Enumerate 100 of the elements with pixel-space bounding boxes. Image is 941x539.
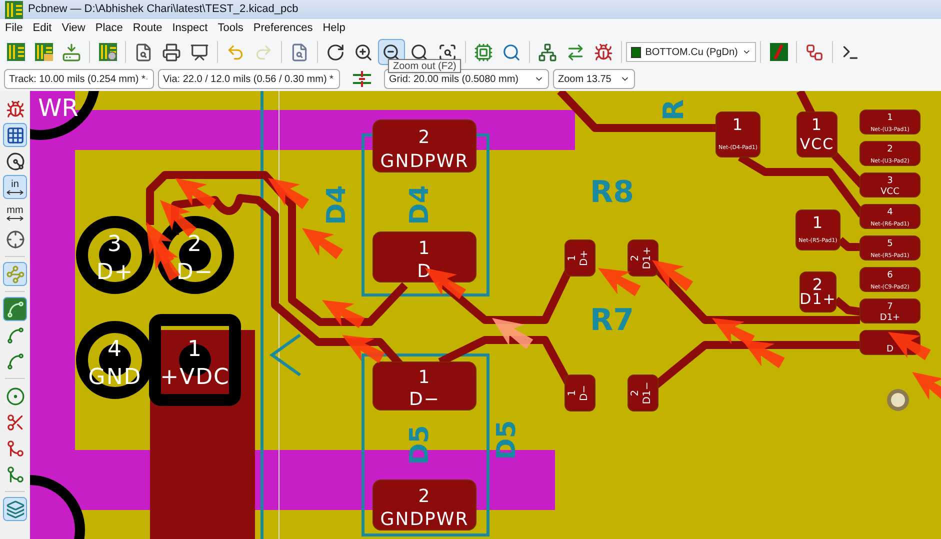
reference-designator: D5 [405, 425, 435, 465]
annotation-arrow [152, 238, 180, 281]
net-name: D− [579, 384, 590, 402]
pad-number: 2 [418, 127, 431, 148]
reference-designator: D5 [492, 420, 522, 460]
plotter-icon [190, 42, 209, 62]
pad-number: 2 [630, 390, 641, 396]
annotation-arrow [712, 318, 755, 346]
copper-pad [860, 141, 920, 166]
pad-number: 1 [418, 367, 431, 388]
menu-item[interactable]: Tools [218, 20, 244, 36]
pad-number: 1 [567, 390, 578, 396]
track-fill-icon [6, 352, 24, 370]
menu-item[interactable]: Route [132, 20, 162, 36]
annotation-arrow [302, 228, 344, 260]
copper-pad [860, 236, 920, 260]
pad-number: 2 [418, 486, 431, 507]
route-track-icon [6, 464, 24, 484]
reference-designator: D4 [322, 185, 352, 225]
track-icon [6, 326, 24, 344]
find-icon [290, 42, 309, 62]
mounting-hole-ring [30, 91, 100, 140]
copper-pad [628, 240, 658, 276]
ratsnest-icon [6, 264, 24, 284]
tooltip: Zoom out (F2) [388, 59, 462, 73]
layer-dropdown[interactable]: BOTTOM.Cu (PgDn) [626, 42, 756, 62]
toolbar-button[interactable]: in [3, 175, 27, 199]
pad-number: 3 [887, 176, 893, 186]
page-settings-icon [134, 42, 153, 62]
pad-number: 1 [732, 115, 744, 134]
route-icon [805, 42, 824, 62]
menu-item[interactable]: Edit [32, 20, 52, 36]
copper-pad [716, 112, 760, 158]
layers-icon [6, 500, 24, 518]
annotation-arrow [742, 340, 785, 368]
double-arrow-icon [6, 216, 24, 220]
bug-icon [6, 100, 24, 118]
undo-icon [226, 42, 245, 62]
dropdown-field[interactable]: Via: 22.0 / 12.0 mils (0.56 / 0.30 mm) * [158, 69, 340, 89]
pad-number: 4 [887, 208, 893, 218]
menu-item[interactable]: File [5, 20, 23, 36]
menu-item[interactable]: Help [322, 20, 346, 36]
track-outline-icon [6, 300, 24, 318]
copper-pad [860, 267, 920, 292]
pad-number: 1 [567, 254, 578, 262]
layer-pair-icon [768, 42, 788, 62]
annotation-arrow [492, 318, 534, 350]
net-name: VCC [800, 135, 834, 153]
cursor-icon [6, 230, 24, 248]
dropdown-field[interactable]: Track: 10.00 mils (0.254 mm) * [4, 69, 154, 89]
circuit-board-icon [98, 42, 118, 62]
zoom-out-icon [382, 42, 401, 62]
net-name: VCC [880, 187, 900, 197]
copper-pad [564, 240, 596, 276]
annotation-arrow [322, 300, 365, 328]
pad-number: 2 [887, 144, 893, 154]
menu-item[interactable]: Inspect [172, 20, 208, 36]
pad-number: 1 [811, 115, 823, 134]
copper-pad [796, 210, 840, 250]
net-name: D1− [642, 382, 653, 404]
reference-designator: R8 [590, 175, 634, 210]
pcb-canvas[interactable] [30, 91, 941, 539]
copper-pad [860, 172, 920, 198]
annotation-arrow [268, 178, 310, 210]
toolbar-button[interactable]: mm [3, 201, 27, 225]
net-name: D+ [579, 250, 590, 266]
annotation-arrow [175, 178, 216, 210]
reference-designator: R7 [590, 303, 634, 338]
copper-pad [796, 112, 838, 158]
pad-number: 3 [108, 232, 122, 257]
silkscreen-text: WR [38, 94, 78, 122]
via [887, 389, 909, 411]
pad-number: 1 [887, 113, 893, 123]
network-icon [538, 42, 557, 62]
save-icon [62, 42, 81, 62]
update-board-icon [566, 42, 585, 62]
net-name: D [417, 261, 432, 282]
chip-icon [474, 42, 493, 62]
redraw-icon [326, 42, 345, 62]
net-name: D [886, 344, 894, 354]
pad-number: 1 [418, 238, 431, 259]
net-name: D1+ [880, 313, 900, 323]
pad-number: 5 [887, 239, 893, 249]
net-name: +VDC [160, 365, 230, 390]
menu-item[interactable]: View [62, 20, 86, 36]
track-width-icon [352, 70, 372, 88]
window-title: Pcbnew — D:\Abhishek Chari\latest\TEST_2.kicad_pcb [28, 2, 298, 18]
menu-item[interactable]: Preferences [253, 20, 313, 36]
menu-item[interactable]: Place [95, 20, 123, 36]
net-name: GNDPWR [380, 151, 469, 172]
polarity-mark [269, 334, 301, 376]
polar-coordinates-icon [6, 152, 24, 170]
dropdown-field[interactable]: Zoom 13.75 [553, 69, 635, 89]
copper-pad [860, 204, 920, 229]
pad-number: 6 [887, 270, 893, 280]
drag-track-icon [6, 438, 24, 458]
zoom-in-icon [354, 42, 373, 62]
toolbar-button[interactable] [3, 123, 27, 147]
annotation-arrow [888, 332, 931, 360]
net-name: GNDPWR [380, 509, 469, 530]
